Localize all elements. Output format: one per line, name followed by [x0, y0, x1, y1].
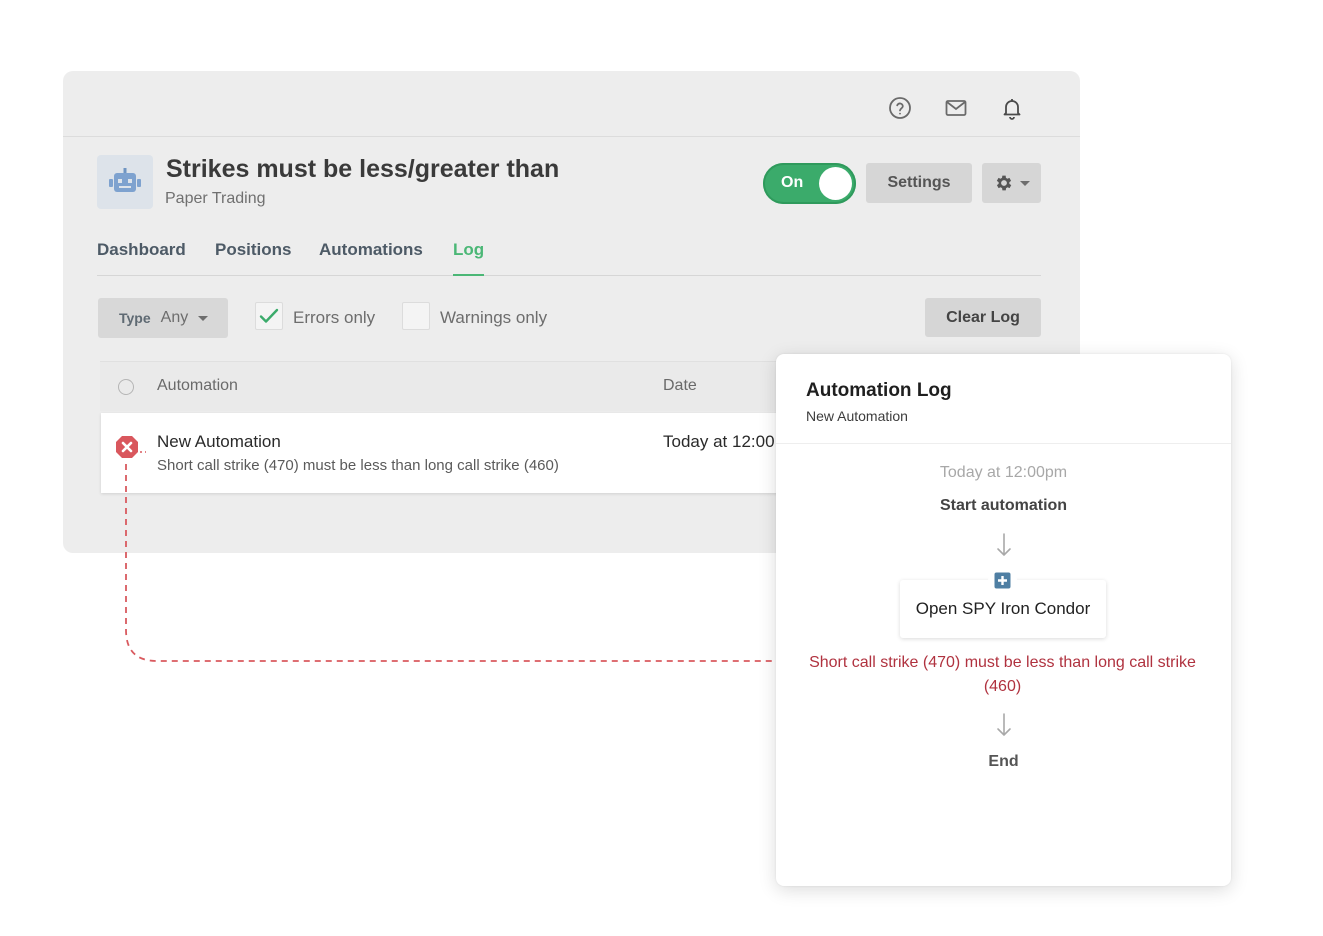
- tab-log[interactable]: Log: [453, 240, 485, 276]
- mail-icon[interactable]: [943, 95, 969, 121]
- type-filter-label: Type: [119, 310, 151, 326]
- checkmark-icon: [259, 308, 279, 323]
- type-filter-value: Any: [160, 309, 189, 326]
- gear-icon: [996, 175, 1011, 191]
- page-subtitle: Paper Trading: [165, 190, 266, 207]
- column-header-date: Date: [663, 377, 697, 394]
- tab-bar: Dashboard Positions Automations Log: [97, 240, 1041, 276]
- plus-square-icon: [988, 566, 1017, 595]
- page-title: Strikes must be less/greater than: [166, 155, 560, 183]
- tab-dashboard[interactable]: Dashboard: [97, 240, 186, 260]
- select-all-radio[interactable]: [118, 379, 134, 395]
- log-panel-title: Automation Log: [806, 380, 952, 401]
- log-timestamp: Today at 12:00pm: [939, 464, 1068, 481]
- top-bar: [63, 71, 1080, 137]
- column-header-automation: Automation: [157, 377, 238, 394]
- log-error-message: Short call strike (470) must be less tha…: [809, 654, 1196, 695]
- chevron-down-icon: [198, 315, 209, 321]
- row-date: Today at 12:00: [663, 432, 775, 451]
- help-icon[interactable]: [887, 95, 913, 121]
- log-panel-header: Automation Log New Automation: [776, 354, 1231, 444]
- settings-button[interactable]: Settings: [866, 163, 972, 203]
- arrow-down-icon: [996, 713, 1011, 737]
- error-icon: [116, 436, 138, 458]
- errors-only-label: Errors only: [293, 308, 376, 327]
- errors-only-checkbox[interactable]: [255, 302, 283, 330]
- type-filter-dropdown[interactable]: Type Any: [98, 298, 228, 338]
- arrow-down-icon: [996, 533, 1011, 557]
- warnings-only-checkbox[interactable]: [402, 302, 430, 330]
- tab-positions[interactable]: Positions: [215, 240, 292, 260]
- clear-log-button[interactable]: Clear Log: [925, 298, 1041, 337]
- warnings-only-label: Warnings only: [440, 308, 548, 327]
- tab-automations[interactable]: Automations: [319, 240, 423, 260]
- automation-log-panel: Automation Log New Automation Today at 1…: [776, 354, 1231, 886]
- gear-menu-button[interactable]: [982, 163, 1041, 203]
- row-error-message: Short call strike (470) must be less tha…: [157, 457, 559, 474]
- toggle-label: On: [781, 174, 804, 191]
- bell-icon[interactable]: [999, 95, 1025, 121]
- log-panel-subtitle: New Automation: [806, 408, 908, 424]
- toggle-knob: [819, 167, 852, 200]
- log-start-step: Start automation: [939, 497, 1068, 514]
- chevron-down-icon: [1019, 180, 1030, 186]
- automation-toggle[interactable]: On: [763, 163, 856, 204]
- row-automation-name: New Automation: [157, 432, 281, 451]
- log-end-step: End: [988, 753, 1019, 770]
- robot-avatar-icon: [97, 155, 153, 209]
